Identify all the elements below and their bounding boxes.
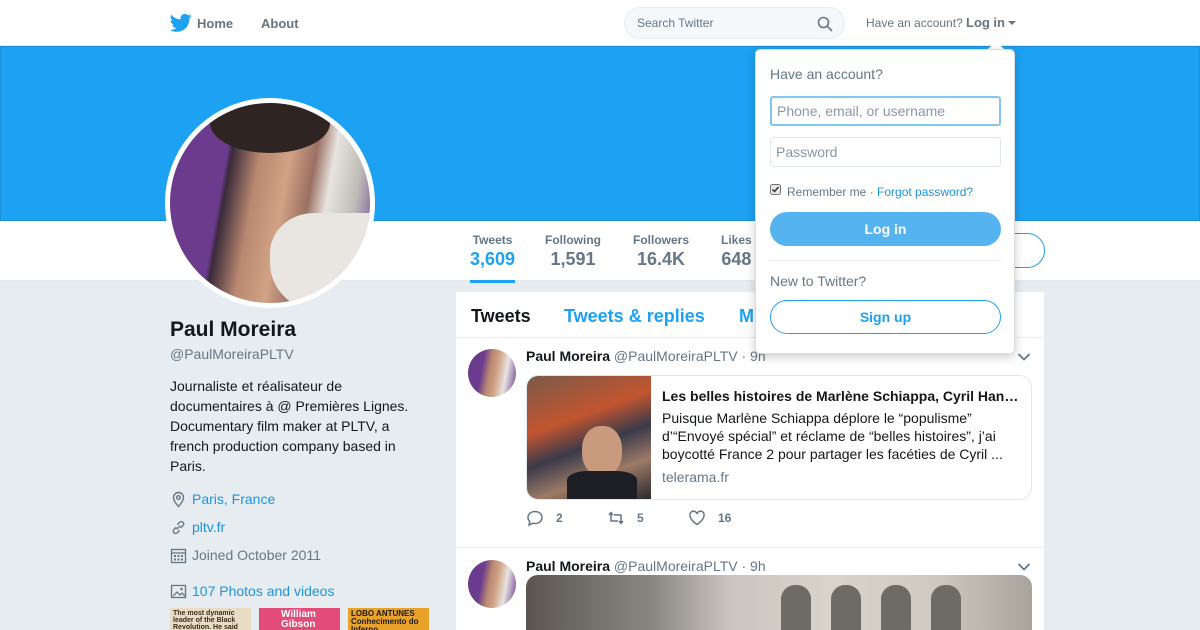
- tweet[interactable]: Paul Moreira @PaulMoreiraPLTV · 9h: [456, 548, 1044, 630]
- tab-tweets-replies[interactable]: Tweets & replies: [564, 306, 705, 327]
- stat-label: Likes: [721, 233, 752, 247]
- chevron-down-icon[interactable]: [1017, 562, 1031, 572]
- website-link[interactable]: pltv.fr: [192, 519, 225, 535]
- location-pin-icon: [172, 491, 185, 508]
- forgot-password-link[interactable]: Forgot password?: [877, 185, 973, 199]
- tweet-avatar[interactable]: [468, 560, 516, 608]
- login-button[interactable]: Log in: [770, 212, 1001, 246]
- search-box[interactable]: Search Twitter: [624, 7, 845, 39]
- tweet[interactable]: Paul Moreira @PaulMoreiraPLTV · 9h Les b…: [456, 338, 1044, 548]
- card-domain: telerama.fr: [662, 469, 729, 485]
- remember-me-label[interactable]: Remember me: [787, 185, 866, 199]
- profile-name[interactable]: Paul Moreira: [170, 318, 296, 342]
- media-thumbnail[interactable]: LOBO ANTUNES Conhecimento do Inferno: [348, 608, 429, 630]
- tweet-handle[interactable]: @PaulMoreiraPLTV: [614, 558, 738, 574]
- retweet-count: 5: [637, 511, 644, 525]
- joined-text: Joined October 2011: [192, 547, 321, 563]
- photo-window: [881, 585, 911, 630]
- stat-label: Followers: [633, 233, 690, 247]
- stat-tweets[interactable]: Tweets 3,609: [470, 233, 516, 283]
- card-image-face: [582, 426, 622, 476]
- remember-me-checkbox[interactable]: [770, 184, 781, 195]
- link-card[interactable]: Les belles histoires de Marlène Schiappa…: [526, 375, 1032, 500]
- location-link[interactable]: Paris, France: [192, 491, 275, 507]
- tweet-author[interactable]: Paul Moreira: [526, 558, 610, 574]
- tweet-header: Paul Moreira @PaulMoreiraPLTV · 9h: [526, 558, 766, 574]
- username-field[interactable]: [770, 96, 1001, 126]
- stat-likes[interactable]: Likes 648: [721, 233, 752, 270]
- stat-value: 16.4K: [636, 249, 686, 269]
- caret-down-icon[interactable]: [1008, 21, 1016, 25]
- photos-videos-link[interactable]: 107 Photos and videos: [192, 583, 334, 599]
- stat-value: 648: [721, 249, 752, 269]
- tweet-author[interactable]: Paul Moreira: [526, 348, 610, 364]
- tweet-handle[interactable]: @PaulMoreiraPLTV: [614, 348, 738, 364]
- photo-window: [931, 585, 961, 630]
- avatar-hair: [210, 103, 330, 153]
- password-field[interactable]: [770, 137, 1001, 167]
- dropdown-title: Have an account?: [770, 66, 883, 82]
- card-image-suit: [567, 471, 637, 499]
- reply-count: 2: [556, 511, 563, 525]
- stat-followers[interactable]: Followers 16.4K: [633, 233, 689, 270]
- chevron-down-icon[interactable]: [1017, 352, 1031, 362]
- have-account-text: Have an account?: [866, 16, 963, 30]
- new-to-twitter-text: New to Twitter?: [770, 273, 867, 289]
- calendar-icon: [170, 548, 187, 564]
- photo-window: [781, 585, 811, 630]
- tweet-actions: 2 5 16: [526, 509, 926, 529]
- media-thumbnail[interactable]: William Gibson: [259, 608, 340, 630]
- profile-avatar[interactable]: [165, 98, 375, 308]
- signup-button[interactable]: Sign up: [770, 300, 1001, 334]
- stat-label: Following: [545, 233, 601, 247]
- search-input[interactable]: Search Twitter: [637, 16, 713, 30]
- login-dropdown-toggle[interactable]: Log in: [966, 15, 1005, 30]
- tweet-time[interactable]: · 9h: [741, 558, 765, 574]
- stat-following[interactable]: Following 1,591: [545, 233, 601, 270]
- card-title: Les belles histoires de Marlène Schiappa…: [662, 388, 1019, 404]
- media-thumbnail[interactable]: The most dynamic leader of the Black Rev…: [170, 608, 251, 630]
- image-icon: [170, 584, 187, 599]
- remember-row: Remember me · Forgot password?: [787, 185, 973, 199]
- stat-value: 3,609: [470, 249, 516, 269]
- login-dropdown: Have an account? Remember me · Forgot pa…: [755, 49, 1015, 354]
- twitter-bird-icon[interactable]: [170, 13, 192, 33]
- card-image: [527, 376, 651, 499]
- stat-value: 1,591: [550, 249, 596, 269]
- top-nav: Home About Search Twitter Have an accoun…: [0, 0, 1200, 46]
- tweet-avatar[interactable]: [468, 349, 516, 397]
- reply-icon: [527, 510, 543, 527]
- like-count: 16: [718, 511, 732, 525]
- retweet-icon: [608, 511, 624, 525]
- tab-media[interactable]: M: [739, 306, 754, 327]
- stat-label: Tweets: [472, 233, 513, 247]
- avatar-scarf: [270, 213, 370, 303]
- tab-tweets[interactable]: Tweets: [471, 306, 531, 327]
- divider: [770, 260, 1001, 261]
- tweet-photo[interactable]: [526, 575, 1032, 630]
- heart-icon: [689, 510, 705, 526]
- card-description: Puisque Marlène Schiappa déplore le “pop…: [662, 410, 1003, 462]
- photo-window: [831, 585, 861, 630]
- separator-dot: ·: [866, 185, 878, 199]
- link-icon: [172, 520, 185, 535]
- tweet-header: Paul Moreira @PaulMoreiraPLTV · 9h: [526, 348, 766, 364]
- profile-bio: Journaliste et réalisateur de documentai…: [170, 378, 409, 474]
- profile-handle[interactable]: @PaulMoreiraPLTV: [170, 346, 294, 362]
- search-icon[interactable]: [817, 16, 833, 32]
- nav-home-link[interactable]: Home: [197, 16, 233, 31]
- nav-about-link[interactable]: About: [261, 16, 299, 31]
- avatar-photo: [170, 103, 370, 303]
